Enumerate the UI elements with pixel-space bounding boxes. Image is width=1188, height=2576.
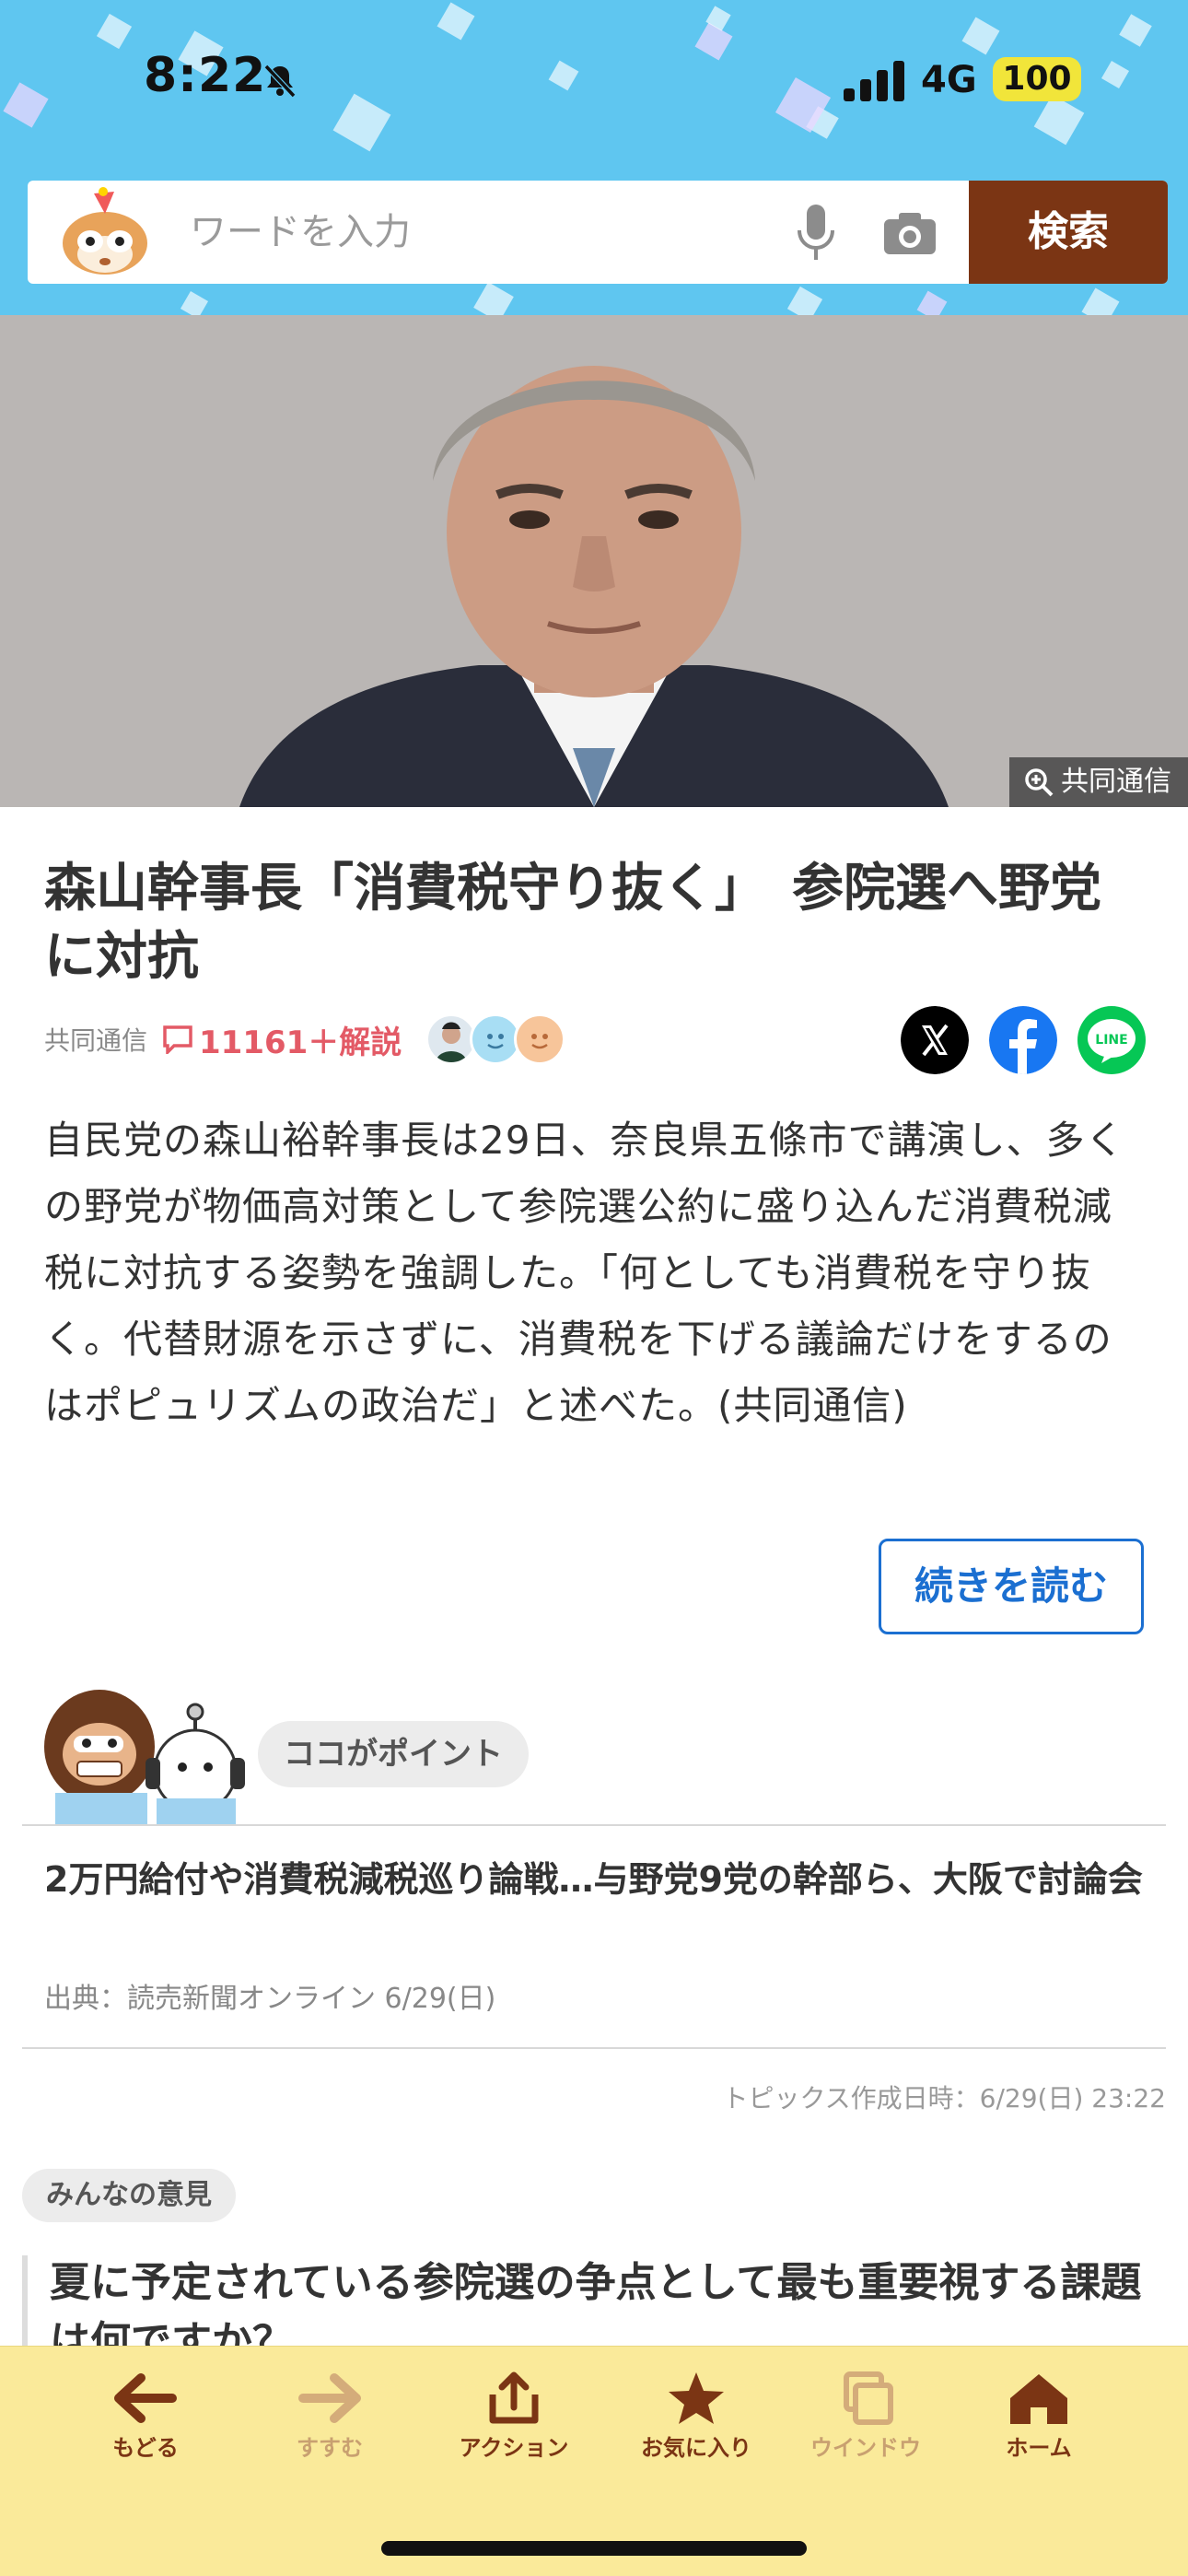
tab-label: お気に入り	[641, 2435, 751, 2461]
article-meta: 共同通信 11161＋解説	[44, 1012, 566, 1067]
related-article-link[interactable]: 2万円給付や消費税減税巡り論戦…与野党9党の幹部ら、大阪で討論会	[44, 1854, 1149, 1905]
search-bar: 検索	[28, 181, 1168, 284]
bell-muted-icon	[263, 64, 297, 99]
related-article-source: 出典：読売新聞オンライン 6/29(日)	[44, 1983, 496, 2015]
forward-button[interactable]: すすむ	[247, 2371, 413, 2462]
arrow-right-icon	[298, 2373, 361, 2423]
star-icon	[669, 2372, 724, 2424]
bottom-toolbar: もどる すすむ アクション お気に入り ウインドウ ホーム	[0, 2346, 1188, 2576]
favorites-button[interactable]: お気に入り	[613, 2371, 779, 2462]
zoom-icon	[1025, 768, 1054, 797]
tab-label: アクション	[459, 2435, 569, 2461]
svg-text:LINE: LINE	[1095, 1033, 1127, 1048]
photo-credit-label: 共同通信	[1061, 766, 1171, 798]
arrow-left-icon	[114, 2373, 177, 2423]
window-icon	[844, 2371, 893, 2425]
article-source[interactable]: 共同通信	[44, 1021, 147, 1058]
article-photo[interactable]: 共同通信	[0, 315, 1188, 807]
point-mascot-illustration	[44, 1690, 245, 1824]
topic-created-date: トピックス作成日時：6/29(日) 23:22	[722, 2083, 1166, 2113]
status-bar: 8:22 4G 100	[0, 0, 1188, 166]
home-button[interactable]: ホーム	[956, 2371, 1122, 2462]
back-button[interactable]: もどる	[63, 2371, 228, 2462]
battery-indicator: 100	[993, 57, 1081, 101]
window-button[interactable]: ウインドウ	[783, 2371, 949, 2462]
comment-icon	[163, 1025, 192, 1054]
search-input[interactable]	[190, 201, 779, 263]
tab-label: ウインドウ	[810, 2435, 921, 2461]
article-title: 森山幹事長「消費税守り抜く」 参院選へ野党に対抗	[44, 859, 1101, 987]
screen: 8:22 4G 100 ワードを入力 検索 共同通信 森山幹事長「消費税守り抜く…	[0, 0, 1188, 2576]
line-share-icon[interactable]: LINE	[1077, 1006, 1146, 1074]
quote-bar	[22, 2255, 28, 2348]
x-share-icon[interactable]	[901, 1006, 969, 1074]
portrait-image	[0, 315, 1188, 807]
point-label: ココがポイント	[258, 1721, 529, 1787]
home-indicator[interactable]	[381, 2541, 807, 2556]
comment-count: 11161＋解説	[199, 1024, 402, 1061]
action-button[interactable]: アクション	[431, 2371, 597, 2462]
photo-credit[interactable]: 共同通信	[1009, 757, 1188, 807]
tab-label: もどる	[112, 2435, 179, 2461]
expert-avatars[interactable]	[425, 1013, 566, 1065]
read-more-button[interactable]: 続きを読む	[879, 1539, 1144, 1634]
opinion-label: みんなの意見	[22, 2169, 236, 2222]
article-body: 自民党の森山裕幹事長は29日、奈良県五條市で講演し、多くの野党が物価高対策として…	[44, 1118, 1125, 1428]
divider	[22, 1824, 1166, 1826]
camera-icon[interactable]	[882, 210, 938, 256]
avatar	[514, 1013, 566, 1065]
facebook-share-icon[interactable]	[989, 1006, 1057, 1074]
header: 8:22 4G 100 ワードを入力 検索	[0, 0, 1188, 315]
microphone-icon[interactable]	[794, 203, 838, 263]
tab-label: すすむ	[297, 2435, 363, 2461]
network-type: 4G	[921, 59, 977, 101]
search-button[interactable]: 検索	[969, 181, 1168, 284]
clock: 8:22	[144, 48, 267, 103]
tab-label: ホーム	[1006, 2435, 1072, 2461]
home-icon	[1010, 2374, 1067, 2424]
mascot-logo[interactable]	[53, 186, 157, 278]
share-icon	[489, 2371, 539, 2424]
comment-link[interactable]: 11161＋解説	[162, 1017, 402, 1062]
cellular-signal-icon	[844, 59, 906, 101]
divider	[22, 2047, 1166, 2049]
